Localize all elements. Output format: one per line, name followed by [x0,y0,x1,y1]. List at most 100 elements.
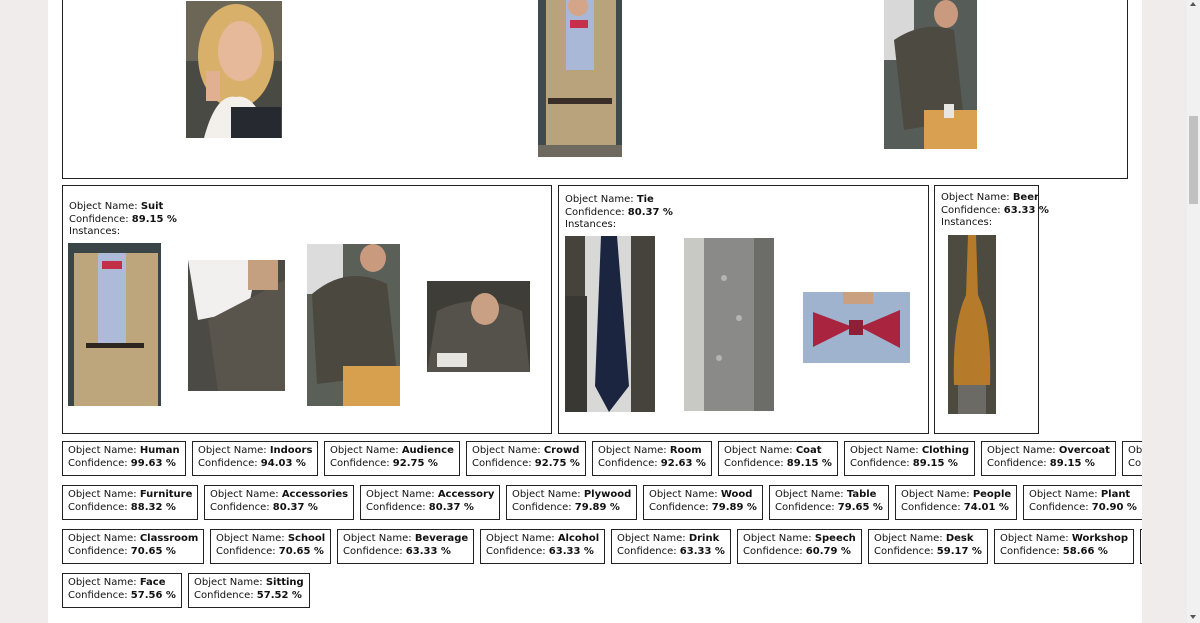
object-tag-6: Object Name: Clothing Confidence: 89.15 % [844,441,976,476]
confidence-value: 58.66 % [1062,545,1108,557]
object-name-label: Object Name: [512,489,581,500]
object-tag-1: Object Name: Sitting Confidence: 57.52 % [188,573,310,608]
confidence-value: 80.37 % [272,501,318,513]
object-name-label: Object Name: [330,445,399,456]
man-white-shirt-arm-photo [188,260,285,391]
object-name-value: Workshop [1071,533,1129,544]
object-tag-3: Object Name: Plywood Confidence: 79.89 % [506,485,638,520]
confidence-label: Confidence: [366,501,426,513]
object-name-value: Furniture [139,489,193,500]
confidence-value: 74.01 % [963,501,1009,513]
man-seated-glasses-photo [427,281,530,372]
confidence-label: Confidence: [1029,501,1089,513]
confidence-value: 89.15 % [912,457,958,469]
object-name-label: Object Name: [472,445,541,456]
object-tag-0: Object Name: Classroom Confidence: 70.65 … [62,529,205,564]
confidence-value: 79.89 % [711,501,757,513]
object-tag-5: Object Name: Table Confidence: 79.65 % [769,485,889,520]
confidence-label: Confidence: [343,545,403,557]
object-name-value: Beverage [414,533,469,544]
object-name-label: Object Name: [68,445,137,456]
object-name-label: Object Name: [366,489,435,500]
confidence-value: 70.90 % [1091,501,1137,513]
object-name-label: Object Name: [68,489,137,500]
object-name-label: Object Name: [987,445,1056,456]
object-name-value: Desk [945,533,974,544]
confidence-value: 89.15 % [786,457,832,469]
scrollbar-thumb[interactable] [1189,116,1198,204]
confidence-value: 94.03 % [260,457,306,469]
confidence-label: Confidence: [987,457,1047,469]
object-tag-1: Object Name: Indoors Confidence: 94.03 % [192,441,319,476]
confidence-value: 63.33 % [679,545,725,557]
object-name-value: Accessories [281,489,349,500]
object-name-label: Object Name: [68,533,137,544]
object-name-value: Wood [720,489,753,500]
man-bowtie-suit-photo [68,243,161,406]
object-name-label: Object Name: [874,533,943,544]
object-tag-5: Object Name: Speech Confidence: 60.79 % [737,529,862,564]
object-tag-1: Object Name: Accessories Confidence: 80.3… [204,485,355,520]
confidence-label: Confidence: [194,589,254,601]
object-name-label: Object Name: [198,445,267,456]
confidence-value: 99.63 % [130,457,176,469]
confidence-value: 57.52 % [256,589,302,601]
confidence-label: Confidence: [210,501,270,513]
man-leaning-suit-photo [884,0,977,149]
object-name-label: Object Name: [724,445,793,456]
confidence-label: Confidence: [68,501,128,513]
confidence-value: 92.75 % [392,457,438,469]
object-tag-2: Object Name: Audience Confidence: 92.75 % [324,441,460,476]
beer-bottle-photo [948,235,996,414]
man-bowtie-suit-photo [538,0,622,157]
confidence-label: Confidence: [512,501,572,513]
object-tag-4: Object Name: Wood Confidence: 79.89 % [643,485,763,520]
object-name-label: Object Name: [68,577,137,588]
object-name-label: Object Name: [194,577,263,588]
object-tag-7: Object Name: Overcoat Confidence: 89.15 % [981,441,1116,476]
object-tag-4: Object Name: Room Confidence: 92.63 % [592,441,712,476]
object-name-value: Room [669,445,702,456]
object-name-value: Plant [1100,489,1131,500]
woman-blonde-photo [186,1,282,138]
confidence-value: 89.15 % [1049,457,1095,469]
object-name-value: Alcohol [557,533,600,544]
confidence-value: 63.33 % [548,545,594,557]
object-name-label: Object Name: [775,489,844,500]
object-tag-2: Object Name: Beverage Confidence: 63.33 % [337,529,475,564]
object-name-value: Accessory [437,489,495,500]
grey-tie-closeup-photo [684,238,774,411]
confidence-value: 63.33 % [405,545,451,557]
object-name-label: Object Name: [617,533,686,544]
confidence-label: Confidence: [472,457,532,469]
confidence-label: Confidence: [775,501,835,513]
confidence-label: Confidence: [874,545,934,557]
confidence-label: Confidence: [1000,545,1060,557]
confidence-label: Confidence: [216,545,276,557]
object-name-label: Object Name: [598,445,667,456]
object-name-value: School [287,533,326,544]
object-name-label: Object Name: [649,489,718,500]
object-name-label: Object Name: [743,533,812,544]
object-name-label: Object Name: [1029,489,1098,500]
object-tag-0: Object Name: Furniture Confidence: 88.32 … [62,485,199,520]
confidence-label: Confidence: [68,545,128,557]
scroll-down-arrow-icon[interactable] [1190,615,1196,619]
confidence-value: 80.37 % [428,501,474,513]
confidence-label: Confidence: [901,501,961,513]
object-name-label: Object Name: [901,489,970,500]
object-name-value: Human [139,445,180,456]
confidence-value: 70.65 % [130,545,176,557]
object-name-value: Coat [795,445,822,456]
object-tag-8: Object Name: ApparelConfidence: 89.15 % [1122,441,1142,476]
confidence-label: Confidence: [724,457,784,469]
object-name-value: Clothing [921,445,970,456]
scroll-up-arrow-icon[interactable] [1190,2,1196,6]
vertical-scrollbar[interactable] [1187,0,1200,623]
object-tag-2: Object Name: Accessory Confidence: 80.37 … [360,485,501,520]
confidence-label: Confidence: [198,457,258,469]
confidence-label: Confidence: [617,545,677,557]
object-name-value: Drink [688,533,720,544]
object-tag-7: Object Name: Plant Confidence: 70.90 % [1023,485,1142,520]
object-tag-4: Object Name: Drink Confidence: 63.33 % [611,529,731,564]
